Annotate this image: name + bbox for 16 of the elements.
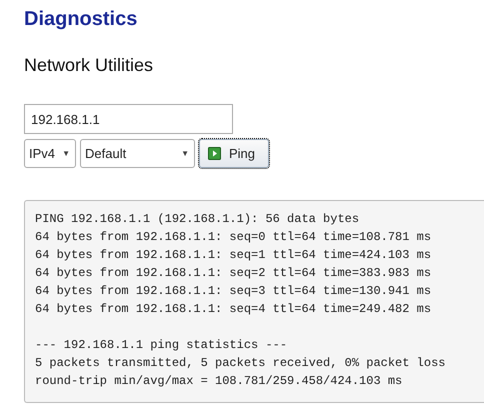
output-line: 64 bytes from 192.168.1.1: seq=4 ttl=64 time=249.482 ms: [35, 301, 432, 318]
output-line: 64 bytes from 192.168.1.1: seq=0 ttl=64 time=108.781 ms: [35, 229, 432, 246]
output-line: 64 bytes from 192.168.1.1: seq=1 ttl=64 time=424.103 ms: [35, 247, 432, 264]
output-line: --- 192.168.1.1 ping statistics ---: [35, 337, 288, 354]
output-line: 64 bytes from 192.168.1.1: seq=2 ttl=64 time=383.983 ms: [35, 265, 432, 282]
host-input-field[interactable]: 192.168.1.1: [24, 104, 233, 134]
play-icon: [208, 147, 221, 160]
output-line: PING 192.168.1.1 (192.168.1.1): 56 data bytes: [35, 211, 360, 228]
output-line: 64 bytes from 192.168.1.1: seq=3 ttl=64 time=130.941 ms: [35, 283, 432, 300]
section-heading: Network Utilities: [24, 54, 154, 77]
protocol-select[interactable]: IPv4 ▼: [24, 139, 76, 168]
output-line: round-trip min/avg/max = 108.781/259.458/424.103 ms: [35, 373, 404, 390]
ping-button[interactable]: Ping: [199, 139, 269, 168]
output-line: 5 packets transmitted, 5 packets received, 0% packet loss: [35, 355, 446, 372]
interface-select[interactable]: Default ▼: [80, 139, 195, 168]
page-title: Diagnostics: [24, 7, 138, 32]
